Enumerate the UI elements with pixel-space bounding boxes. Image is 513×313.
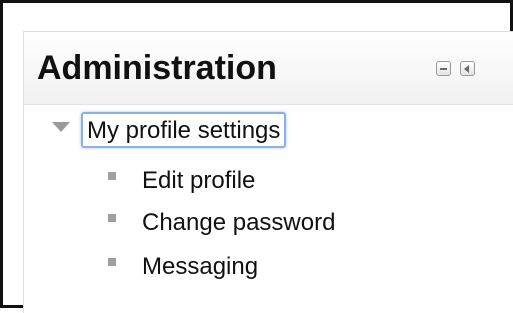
block-header: Administration [24, 32, 513, 105]
minus-icon [440, 68, 447, 70]
hide-block-button[interactable] [436, 61, 451, 76]
item-label[interactable]: Edit profile [142, 164, 255, 198]
block-title: Administration [37, 49, 277, 87]
my-profile-settings-branch[interactable]: My profile settings [81, 112, 287, 148]
square-bullet-icon [108, 258, 116, 266]
item-label[interactable]: Messaging [142, 250, 258, 284]
administration-block: Administration My profile settings Edit … [23, 31, 513, 313]
dock-block-button[interactable] [460, 61, 475, 76]
triangle-down-icon[interactable] [52, 122, 70, 132]
square-bullet-icon [108, 172, 116, 180]
square-bullet-icon [108, 214, 116, 222]
screenshot-frame: Administration My profile settings Edit … [0, 0, 513, 313]
item-label[interactable]: Change password [142, 206, 335, 240]
chevron-left-icon [464, 65, 469, 73]
